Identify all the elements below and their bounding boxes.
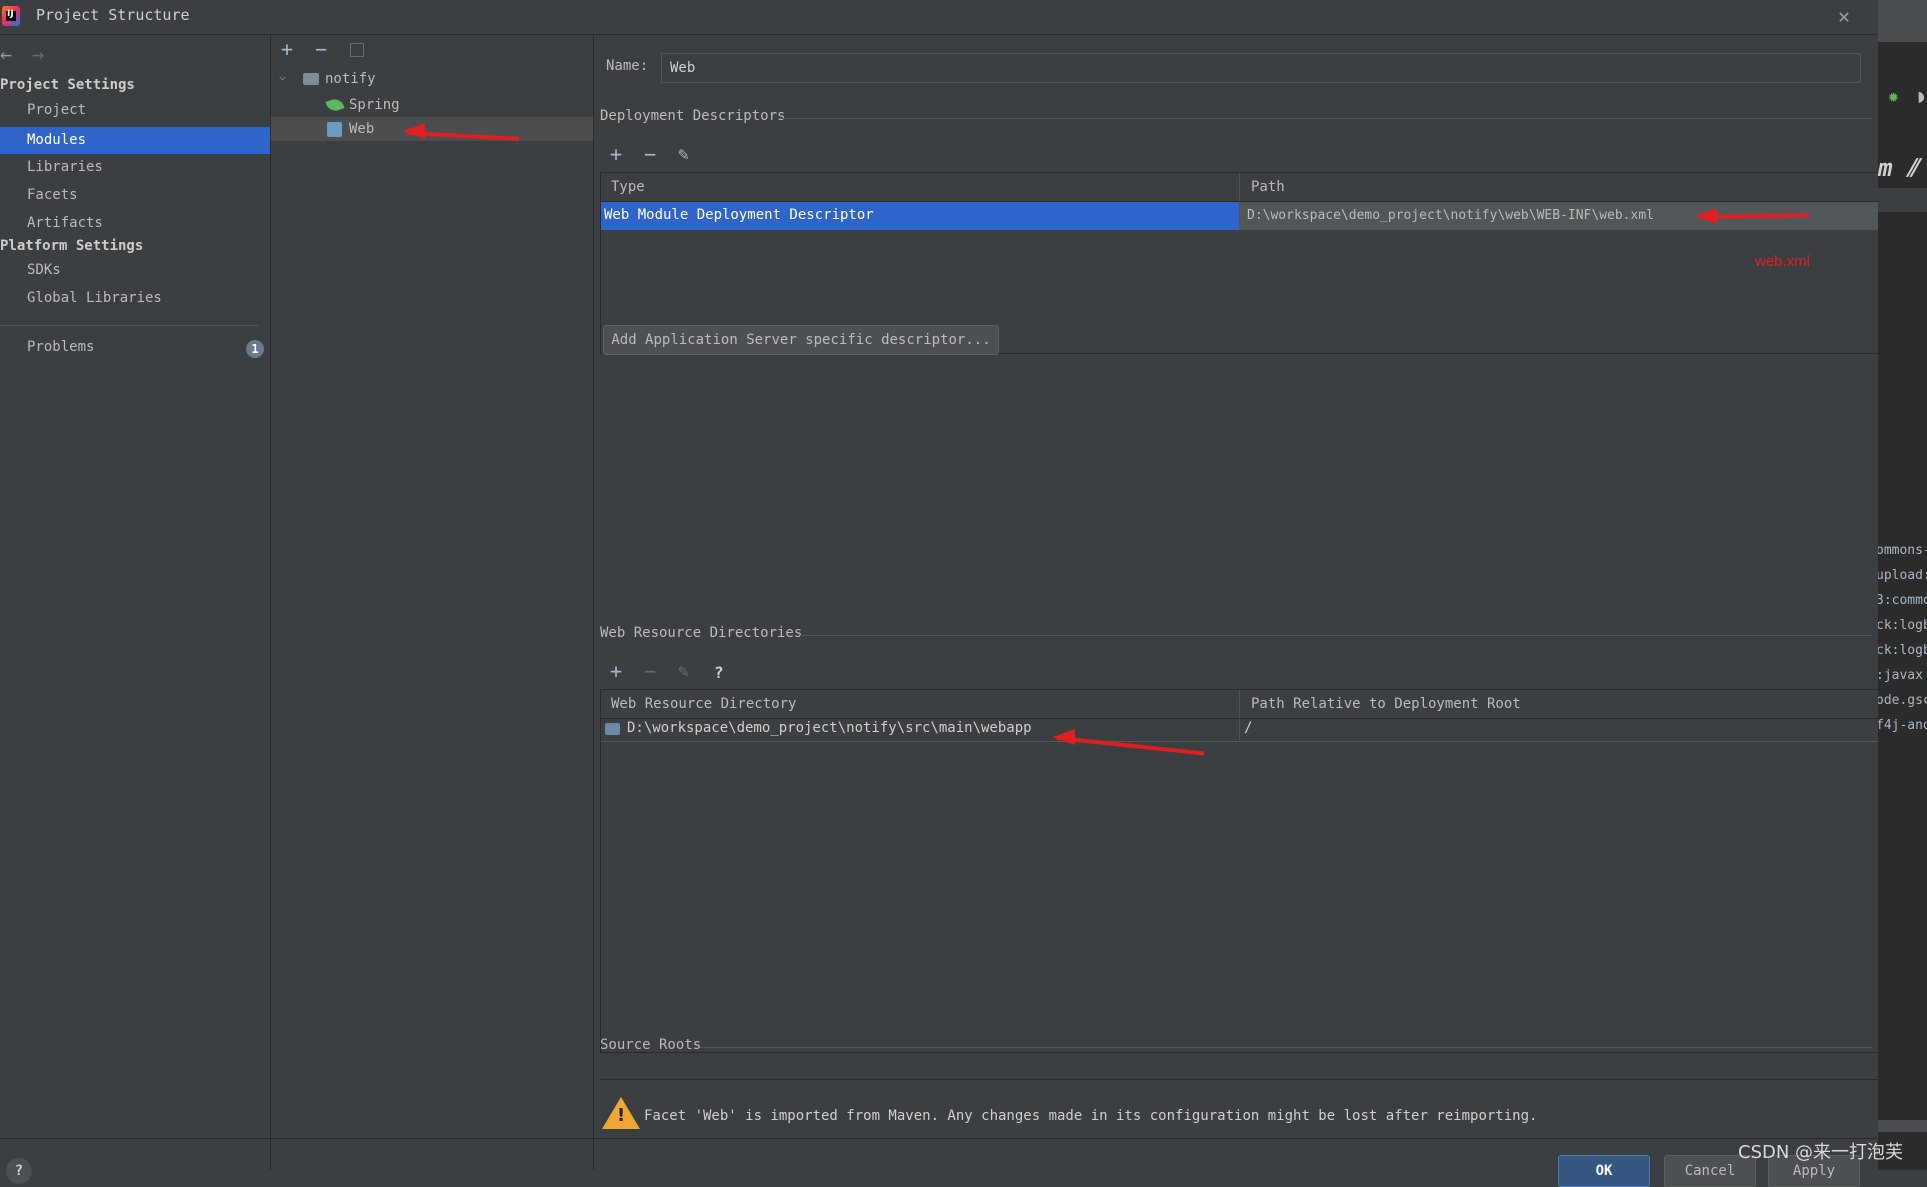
nav-item-global-libraries[interactable]: Global Libraries [0, 285, 270, 312]
editor-line: 3:commo [1878, 593, 1927, 608]
annotation-arrow-head [1053, 729, 1075, 745]
forward-icon[interactable]: → [32, 42, 44, 66]
nav-item-libraries[interactable]: Libraries [0, 154, 270, 181]
annotation-arrow-head [403, 123, 425, 139]
shield-icon[interactable]: ◗ [1916, 86, 1927, 107]
name-label: Name: [606, 58, 649, 74]
nav-item-facets[interactable]: Facets [0, 182, 270, 209]
tree-node-notify[interactable]: notify [303, 67, 583, 91]
editor-line: ode.gsc [1878, 693, 1927, 708]
web-resource-directories-table: Web Resource Directory Path Relative to … [600, 689, 1880, 1053]
nav-item-artifacts[interactable]: Artifacts [0, 210, 270, 237]
source-roots-title: Source Roots [600, 1037, 702, 1053]
section-divider [780, 118, 1872, 119]
copy-module-icon[interactable] [350, 43, 364, 57]
back-icon[interactable]: ← [0, 42, 12, 66]
background-editor: ✹ ◗ m ⫽ ommons- upload: 3:commo ck:logb … [1878, 0, 1927, 1170]
problems-count-badge: 1 [246, 340, 264, 358]
editor-scrollbar [1878, 1120, 1927, 1132]
title-bar: IJ Project Structure ✕ [0, 0, 1878, 35]
deployment-descriptors-title: Deployment Descriptors [600, 108, 786, 124]
bug-icon[interactable]: ✹ [1888, 86, 1899, 107]
nav-divider [0, 325, 258, 326]
editor-line: ck:logb [1878, 618, 1927, 633]
edit-pencil-icon[interactable]: ✎ [678, 661, 689, 682]
dialog-footer-divider [0, 1138, 1878, 1139]
editor-toolbar [1878, 188, 1927, 212]
descriptor-type-cell: Web Module Deployment Descriptor [601, 202, 1239, 230]
section-divider [700, 1047, 1872, 1048]
edit-pencil-icon[interactable]: ✎ [678, 144, 689, 165]
column-separator [1239, 173, 1240, 201]
editor-line: ck:logb [1878, 643, 1927, 658]
watermark: CSDN @来一打泡芙 [1738, 1142, 1904, 1163]
add-descriptor-icon[interactable]: + [610, 142, 622, 166]
name-field[interactable]: Web [661, 53, 1861, 83]
maven-import-warning: Facet 'Web' is imported from Maven. Any … [644, 1108, 1538, 1124]
platform-settings-header: Platform Settings [0, 238, 144, 254]
nav-item-project[interactable]: Project [0, 97, 270, 124]
remove-module-icon[interactable]: − [315, 37, 327, 61]
close-icon[interactable]: ✕ [1838, 4, 1850, 28]
relative-path-cell: / [1244, 720, 1253, 736]
module-tree-panel: + − ⌵ notify Spring Web [271, 35, 594, 1170]
window-title: Project Structure [36, 6, 190, 24]
tree-node-label: notify [325, 71, 376, 87]
help-icon[interactable]: ? [714, 663, 724, 682]
ok-button[interactable]: OK [1558, 1155, 1650, 1187]
tree-node-web[interactable]: Web [271, 117, 593, 141]
remove-directory-icon[interactable]: − [644, 659, 656, 683]
help-icon[interactable]: ? [6, 1158, 32, 1184]
editor-line: f4j-and [1878, 718, 1927, 733]
section-divider [800, 635, 1872, 636]
editor-line: upload: [1878, 568, 1927, 583]
spring-leaf-icon [325, 96, 345, 114]
table-row[interactable]: Web Module Deployment Descriptor D:\work… [601, 202, 1879, 230]
add-directory-icon[interactable]: + [610, 659, 622, 683]
settings-nav: ← → Project Settings Project Modules Lib… [0, 35, 271, 1170]
annotation-arrow-head [1695, 208, 1717, 224]
web-facet-icon [327, 122, 342, 137]
warning-exclamation-icon: ! [617, 1105, 626, 1126]
project-settings-header: Project Settings [0, 77, 135, 93]
editor-line: ommons- [1878, 543, 1927, 558]
folder-icon [605, 723, 620, 735]
web-resource-directories-title: Web Resource Directories [600, 625, 803, 641]
tree-node-label: Spring [349, 97, 400, 113]
column-header-type[interactable]: Type [611, 179, 645, 195]
nav-item-sdks[interactable]: SDKs [0, 257, 270, 284]
panel-divider [600, 1079, 1878, 1080]
remove-descriptor-icon[interactable]: − [644, 142, 656, 166]
tree-node-label: Web [349, 121, 375, 137]
column-header-relative-path[interactable]: Path Relative to Deployment Root [1251, 696, 1521, 712]
facet-settings-panel: Name: Web Deployment Descriptors + − ✎ T… [594, 35, 1880, 1170]
editor-line: :javax [1878, 668, 1923, 683]
column-header-directory[interactable]: Web Resource Directory [611, 696, 796, 712]
nav-item-problems[interactable]: Problems [0, 334, 270, 361]
directory-path-cell: D:\workspace\demo_project\notify\src\mai… [627, 720, 1032, 736]
chevron-down-icon[interactable]: ⌵ [279, 69, 286, 83]
table-row[interactable]: D:\workspace\demo_project\notify\src\mai… [601, 719, 1879, 742]
tree-node-spring[interactable]: Spring [325, 93, 577, 117]
intellij-logo-icon: IJ [2, 6, 20, 26]
add-module-icon[interactable]: + [281, 37, 293, 61]
editor-tab-area [1878, 0, 1927, 42]
column-header-path[interactable]: Path [1251, 179, 1285, 195]
maven-m-icon[interactable]: m ⫽ [1878, 154, 1918, 182]
annotation-label: web.xml [1755, 253, 1811, 270]
add-server-descriptor-button[interactable]: Add Application Server specific descript… [603, 325, 999, 355]
nav-item-modules[interactable]: Modules [0, 127, 270, 154]
module-folder-icon [303, 73, 319, 85]
